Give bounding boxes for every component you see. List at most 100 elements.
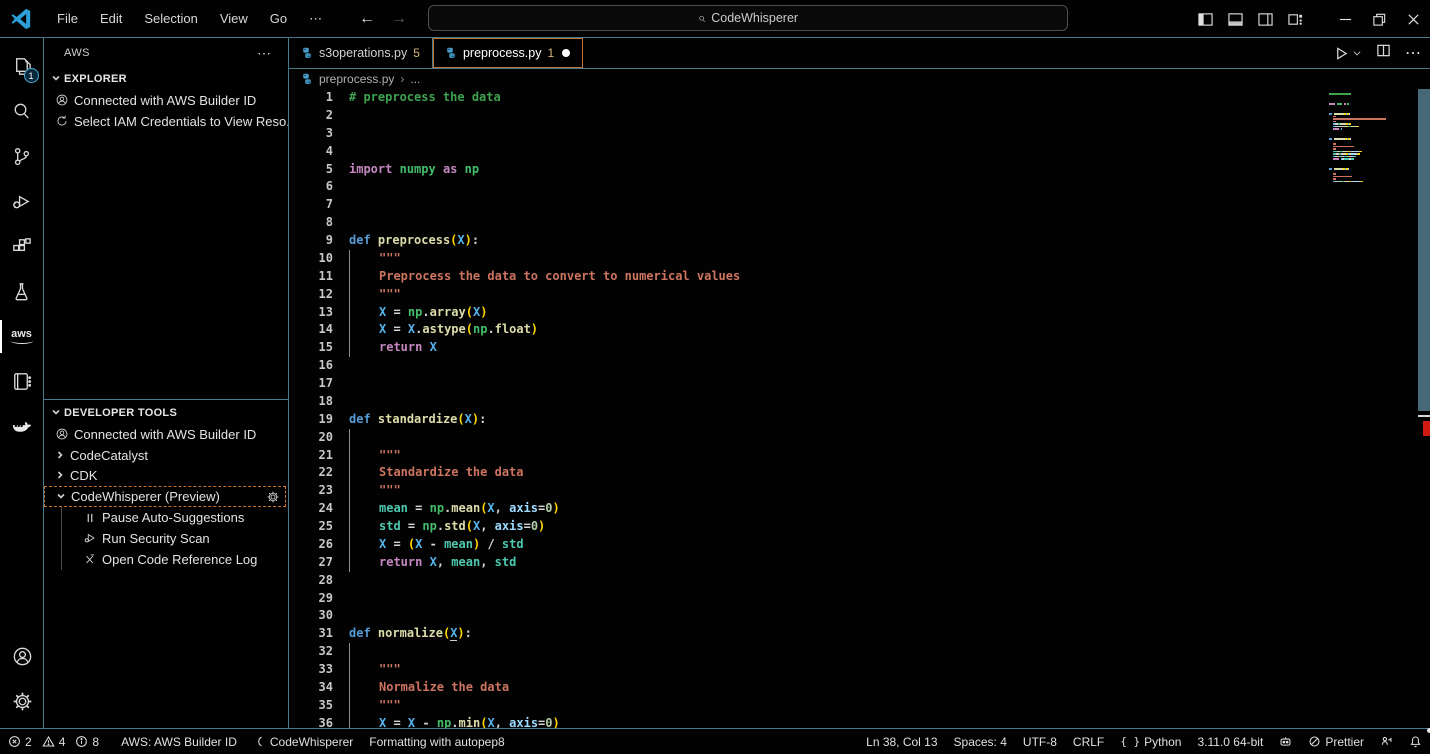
prettier-status[interactable]: Prettier: [1300, 729, 1372, 754]
language-status[interactable]: { } Python: [1112, 729, 1189, 754]
code-line[interactable]: 6: [289, 178, 1430, 196]
encoding-status[interactable]: UTF-8: [1015, 729, 1065, 754]
code-line[interactable]: 8: [289, 214, 1430, 232]
menu-edit[interactable]: Edit: [89, 6, 133, 31]
code-line[interactable]: 20: [289, 429, 1430, 447]
feedback-icon[interactable]: [1372, 729, 1401, 754]
sidebar-more-actions-icon[interactable]: ⋯: [251, 45, 278, 62]
code-line[interactable]: 28: [289, 572, 1430, 590]
restore-button[interactable]: [1362, 0, 1396, 38]
breadcrumb[interactable]: preprocess.py › ...: [289, 69, 1430, 89]
codewhisperer-status[interactable]: CodeWhisperer: [245, 729, 361, 754]
tree-item-run-security-scan[interactable]: Run Security Scan: [44, 528, 288, 549]
split-editor-icon[interactable]: [1376, 43, 1391, 63]
code-line[interactable]: 26X = (X - mean) / std: [289, 536, 1430, 554]
notifications-bell-icon[interactable]: [1401, 729, 1430, 754]
notebook-icon[interactable]: [0, 359, 44, 404]
code-line[interactable]: 15return X: [289, 339, 1430, 357]
toggle-panel-icon[interactable]: [1220, 0, 1250, 38]
tree-item-codecatalyst[interactable]: CodeCatalyst: [44, 445, 288, 466]
code-line[interactable]: 27return X, mean, std: [289, 554, 1430, 572]
code-line[interactable]: 33""": [289, 661, 1430, 679]
section-developer-tools[interactable]: DEVELOPER TOOLS: [44, 402, 288, 424]
code-line[interactable]: 22Standardize the data: [289, 464, 1430, 482]
tree-item-connected-builder-id[interactable]: Connected with AWS Builder ID: [44, 90, 288, 111]
code-line[interactable]: 16: [289, 357, 1430, 375]
scrollbar-slider[interactable]: [1418, 89, 1430, 411]
code-line[interactable]: 3: [289, 125, 1430, 143]
code-line[interactable]: 4: [289, 143, 1430, 161]
code-line[interactable]: 10""": [289, 250, 1430, 268]
code-line[interactable]: 19def standardize(X):: [289, 411, 1430, 429]
accounts-icon[interactable]: [0, 634, 44, 679]
breadcrumb-file[interactable]: preprocess.py: [319, 72, 394, 86]
toggle-secondary-sidebar-icon[interactable]: [1250, 0, 1280, 38]
code-line[interactable]: 5import numpy as np: [289, 161, 1430, 179]
code-line[interactable]: 23""": [289, 482, 1430, 500]
toggle-sidebar-icon[interactable]: [1190, 0, 1220, 38]
code-editor[interactable]: 1# preprocess the data2345import numpy a…: [289, 89, 1430, 728]
cursor-position[interactable]: Ln 38, Col 13: [858, 729, 945, 754]
docker-icon[interactable]: [0, 404, 44, 449]
breadcrumb-more[interactable]: ...: [410, 72, 420, 86]
tree-item-codewhisperer[interactable]: CodeWhisperer (Preview): [44, 486, 286, 507]
close-button[interactable]: [1396, 0, 1430, 38]
code-line[interactable]: 14X = X.astype(np.float): [289, 321, 1430, 339]
modified-dot-icon[interactable]: [562, 49, 570, 57]
search-view-icon[interactable]: [0, 89, 44, 134]
run-python-file-button[interactable]: [1334, 46, 1362, 61]
tab-preprocess[interactable]: preprocess.py 1: [433, 38, 583, 68]
tree-item-select-iam[interactable]: Select IAM Credentials to View Reso...: [44, 111, 288, 132]
nav-back-icon[interactable]: ←: [356, 10, 378, 28]
code-line[interactable]: 7: [289, 196, 1430, 214]
code-line[interactable]: 1# preprocess the data: [289, 89, 1430, 107]
run-debug-icon[interactable]: [0, 179, 44, 224]
code-line[interactable]: 21""": [289, 447, 1430, 465]
minimap[interactable]: [1329, 93, 1417, 183]
code-line[interactable]: 12""": [289, 286, 1430, 304]
code-line[interactable]: 34Normalize the data: [289, 679, 1430, 697]
code-line[interactable]: 17: [289, 375, 1430, 393]
menu-view[interactable]: View: [209, 6, 259, 31]
indentation-status[interactable]: Spaces: 4: [946, 729, 1015, 754]
code-line[interactable]: 30: [289, 607, 1430, 625]
code-line[interactable]: 13X = np.array(X): [289, 304, 1430, 322]
explorer-icon[interactable]: 1: [0, 44, 44, 89]
code-line[interactable]: 18: [289, 393, 1430, 411]
code-line[interactable]: 2: [289, 107, 1430, 125]
nav-forward-icon[interactable]: →: [388, 10, 410, 28]
editor-more-actions-icon[interactable]: ⋯: [1405, 43, 1422, 63]
code-line[interactable]: 36X = X - np.min(X, axis=0): [289, 715, 1430, 728]
tree-item-pause-auto-suggestions[interactable]: Pause Auto-Suggestions: [44, 507, 288, 528]
command-center-search[interactable]: ⌕ CodeWhisperer: [428, 5, 1068, 31]
test-beaker-icon[interactable]: [0, 269, 44, 314]
code-line[interactable]: 11Preprocess the data to convert to nume…: [289, 268, 1430, 286]
tree-item-devtools-connected[interactable]: Connected with AWS Builder ID: [44, 424, 288, 445]
code-line[interactable]: 35""": [289, 697, 1430, 715]
extensions-icon[interactable]: [0, 224, 44, 269]
code-line[interactable]: 25std = np.std(X, axis=0): [289, 518, 1430, 536]
minimize-button[interactable]: [1328, 0, 1362, 38]
codewhisperer-settings-gear-icon[interactable]: [261, 490, 285, 504]
eol-status[interactable]: CRLF: [1065, 729, 1112, 754]
source-control-icon[interactable]: [0, 134, 44, 179]
code-line[interactable]: 32: [289, 643, 1430, 661]
aws-credentials-status[interactable]: AWS: AWS Builder ID: [113, 729, 245, 754]
problems-status[interactable]: 2 4 8: [0, 729, 113, 754]
section-explorer[interactable]: EXPLORER: [44, 68, 288, 90]
menu-file[interactable]: File: [46, 6, 89, 31]
tree-item-cdk[interactable]: CDK: [44, 466, 288, 487]
menu-selection[interactable]: Selection: [133, 6, 208, 31]
settings-gear-icon[interactable]: [0, 679, 44, 724]
code-line[interactable]: 31def normalize(X):: [289, 625, 1430, 643]
extension-robot-icon[interactable]: [1271, 729, 1300, 754]
code-line[interactable]: 29: [289, 590, 1430, 608]
tab-s3operations[interactable]: s3operations.py 5: [289, 38, 433, 68]
customize-layout-icon[interactable]: [1280, 0, 1310, 38]
code-line[interactable]: 24mean = np.mean(X, axis=0): [289, 500, 1430, 518]
menu-more[interactable]: ⋯: [298, 6, 333, 32]
menu-go[interactable]: Go: [259, 6, 298, 31]
python-interpreter-status[interactable]: 3.11.0 64-bit: [1189, 729, 1271, 754]
aws-toolkit-icon[interactable]: aws: [0, 314, 44, 359]
tree-item-open-code-reference-log[interactable]: Open Code Reference Log: [44, 549, 288, 570]
